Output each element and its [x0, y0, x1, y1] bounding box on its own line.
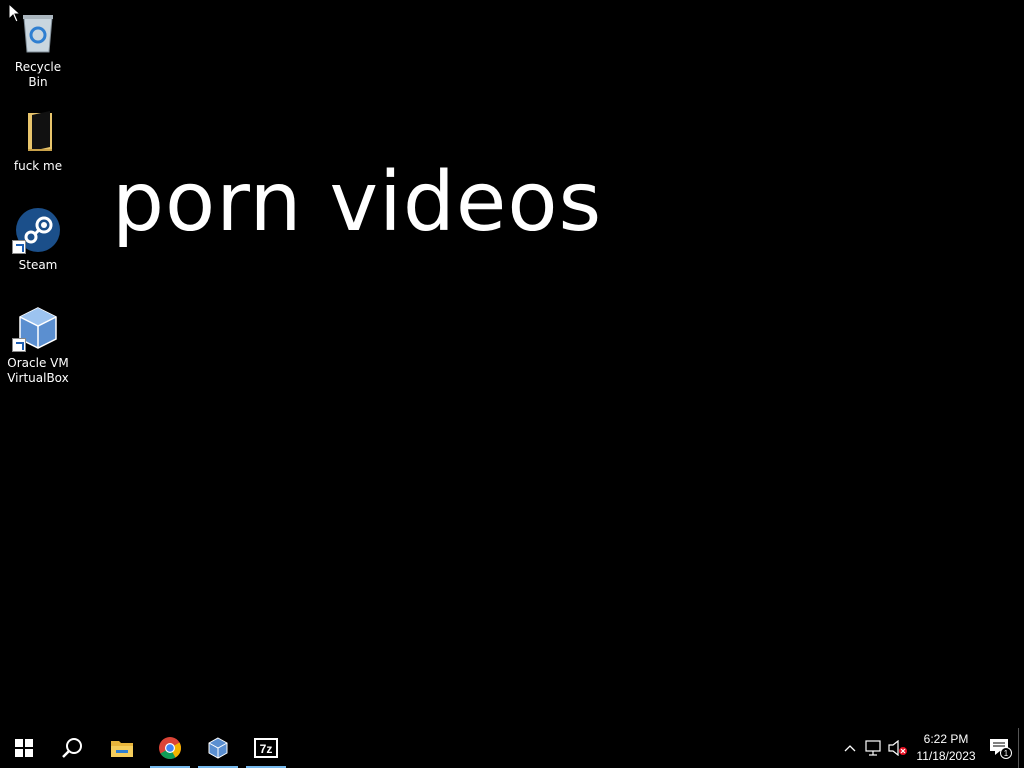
volume-muted-icon: [888, 740, 907, 756]
show-hidden-icons-button[interactable]: [838, 728, 862, 768]
show-desktop-button[interactable]: [1018, 728, 1024, 768]
clock-button[interactable]: 6:22 PM 11/18/2023: [910, 731, 982, 765]
search-icon: [62, 738, 82, 758]
desktop-icon-folder[interactable]: fuck me: [4, 107, 72, 174]
chrome-button[interactable]: [146, 728, 194, 768]
windows-start-icon: [15, 739, 33, 757]
chrome-icon: [159, 737, 181, 759]
svg-text:7z: 7z: [260, 742, 273, 756]
virtualbox-taskbar-button[interactable]: [194, 728, 242, 768]
volume-button[interactable]: [886, 728, 910, 768]
notification-icon: 1: [990, 739, 1012, 759]
virtualbox-icon: [12, 304, 62, 352]
clock-date: 11/18/2023: [916, 749, 976, 763]
folder-icon: [14, 107, 62, 155]
search-button[interactable]: [48, 728, 96, 768]
mouse-cursor-icon: [8, 3, 22, 23]
desktop-icon-steam[interactable]: Steam: [4, 206, 72, 273]
7zip-taskbar-button[interactable]: 7z: [242, 728, 290, 768]
network-icon: [865, 740, 881, 756]
virtualbox-icon: [208, 737, 228, 759]
notification-count: 1: [1004, 749, 1009, 758]
action-center-button[interactable]: 1: [982, 728, 1018, 768]
network-button[interactable]: [862, 728, 886, 768]
clock-time: 6:22 PM: [923, 732, 969, 746]
desktop-icon-label: Oracle VM VirtualBox: [7, 356, 69, 385]
steam-icon: [12, 206, 62, 254]
shortcut-arrow-icon: [12, 338, 26, 352]
desktop-icon-label: Steam: [18, 258, 58, 272]
taskbar: 7z 6:22 PM 11/18/2023 1: [0, 728, 1024, 768]
shortcut-arrow-icon: [12, 240, 26, 254]
start-button[interactable]: [0, 728, 48, 768]
desktop-icon-virtualbox[interactable]: Oracle VM VirtualBox: [4, 304, 72, 386]
desktop-icon-label: Recycle Bin: [14, 60, 62, 89]
file-explorer-button[interactable]: [98, 728, 146, 768]
folder-icon: [111, 741, 133, 757]
chevron-up-icon: [844, 745, 856, 752]
wallpaper-text: porn videos: [112, 155, 603, 250]
system-tray: 6:22 PM 11/18/2023 1: [838, 728, 1024, 768]
desktop[interactable]: Recycle Bin fuck me Steam Oracle VM Virt…: [0, 0, 1024, 728]
desktop-icon-label: fuck me: [13, 159, 63, 173]
7zip-icon: 7z: [254, 738, 278, 758]
